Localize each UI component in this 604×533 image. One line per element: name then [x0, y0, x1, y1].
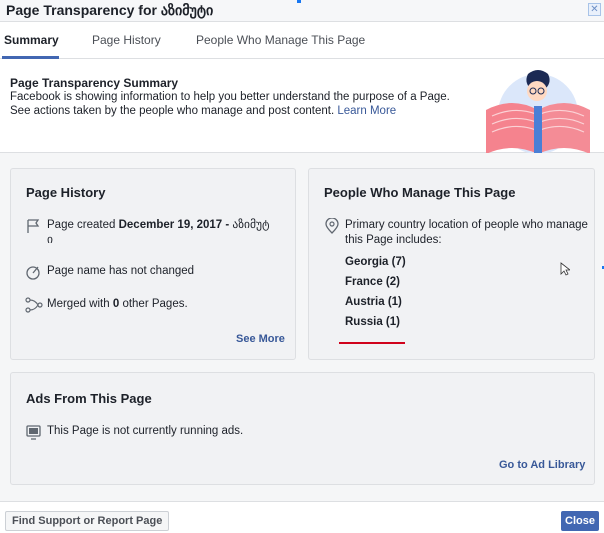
- active-tab-indicator: [2, 56, 59, 59]
- location-text-line1: Primary country location of people who m…: [345, 219, 588, 231]
- location-row: Primary country location of people who m…: [323, 218, 588, 250]
- country-russia: Russia (1): [345, 316, 400, 328]
- country-france: France (2): [345, 276, 400, 288]
- merged-text: Merged with 0 other Pages.: [47, 297, 188, 312]
- summary-description: Facebook is showing information to help …: [10, 90, 450, 118]
- dialog-footer: Find Support or Report Page Close: [0, 501, 604, 533]
- page-created-line1: Page created December 19, 2017 - აზიმუტ: [47, 218, 270, 233]
- learn-more-link[interactable]: Learn More: [337, 105, 396, 117]
- page-created-name: აზიმუტ: [232, 219, 270, 231]
- tab-page-history[interactable]: Page History: [92, 33, 161, 47]
- page-created-date: December 19, 2017 -: [118, 219, 233, 231]
- see-more-link[interactable]: See More: [236, 333, 285, 345]
- ads-status-row: This Page is not currently running ads.: [25, 424, 425, 440]
- merge-icon: [25, 297, 43, 313]
- dialog-title: Page Transparency for აზიმუტი: [6, 2, 214, 18]
- flag-icon: [27, 219, 40, 233]
- ads-title: Ads From This Page: [26, 391, 152, 406]
- page-transparency-dialog: Page Transparency for აზიმუტი ✕ Summary …: [0, 0, 604, 533]
- content-area: Page History Page created December 19, 2…: [0, 153, 604, 501]
- header-accent-mark: [297, 0, 301, 3]
- location-pin-icon: [325, 218, 339, 234]
- tab-summary[interactable]: Summary: [4, 33, 59, 47]
- reading-person-illustration: [486, 70, 590, 154]
- ads-card: Ads From This Page This Page is not curr…: [10, 372, 595, 485]
- page-name-status: Page name has not changed: [47, 265, 195, 277]
- people-who-manage-title: People Who Manage This Page: [324, 185, 516, 200]
- page-created-line2: ი: [47, 234, 53, 246]
- page-history-title: Page History: [26, 185, 106, 200]
- close-button[interactable]: Close: [561, 511, 599, 531]
- page-history-card: Page History Page created December 19, 2…: [10, 168, 296, 360]
- dialog-header: Page Transparency for აზიმუტი ✕: [0, 0, 604, 22]
- ad-library-link[interactable]: Go to Ad Library: [499, 459, 585, 471]
- location-text-line2: this Page includes:: [345, 234, 442, 246]
- people-who-manage-card: People Who Manage This Page Primary coun…: [308, 168, 595, 360]
- find-support-report-button[interactable]: Find Support or Report Page: [5, 511, 170, 531]
- edit-clock-icon: [26, 266, 40, 280]
- tab-people-who-manage[interactable]: People Who Manage This Page: [196, 33, 365, 47]
- merged-prefix: Merged with: [47, 298, 113, 310]
- monitor-icon: [26, 425, 41, 440]
- page-name-row: Page name has not changed: [25, 264, 285, 280]
- page-created-row: Page created December 19, 2017 - აზიმუტ …: [25, 218, 285, 250]
- close-icon[interactable]: ✕: [588, 3, 601, 16]
- summary-intro: Page Transparency Summary Facebook is sh…: [0, 60, 604, 154]
- merged-suffix: other Pages.: [119, 298, 188, 310]
- merged-row: Merged with 0 other Pages.: [25, 297, 285, 313]
- tab-bar: Summary Page History People Who Manage T…: [0, 22, 604, 59]
- page-created-prefix: Page created: [47, 219, 119, 231]
- country-austria: Austria (1): [345, 296, 402, 308]
- summary-title: Page Transparency Summary: [10, 76, 179, 90]
- country-georgia: Georgia (7): [345, 256, 406, 268]
- mouse-cursor-icon: [560, 262, 570, 276]
- highlight-underline: [339, 342, 405, 344]
- ads-status-text: This Page is not currently running ads.: [47, 425, 244, 437]
